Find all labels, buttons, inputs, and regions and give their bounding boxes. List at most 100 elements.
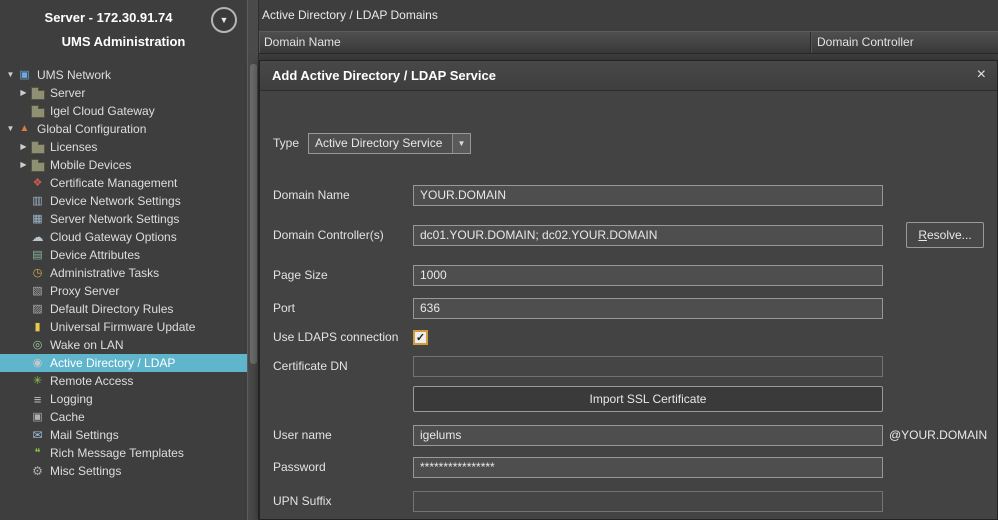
user-name-row: User name @YOUR.DOMAIN [273, 424, 987, 446]
sidebar-item-label: Rich Message Templates [50, 444, 184, 462]
import-ssl-certificate-button[interactable]: Import SSL Certificate [413, 386, 883, 412]
folder-icon [30, 158, 45, 172]
domain-name-input[interactable] [413, 185, 883, 206]
type-select-value: Active Directory Service [309, 136, 452, 150]
expander-down-icon[interactable]: ▼ [4, 120, 17, 138]
certificate-dn-label: Certificate DN [273, 359, 413, 373]
remote-icon [30, 374, 45, 388]
sidebar-item-label: Wake on LAN [50, 336, 124, 354]
sidebar-item-label: Mail Settings [50, 426, 119, 444]
domain-name-row: Domain Name [273, 184, 883, 206]
import-ssl-row: Import SSL Certificate [273, 386, 883, 412]
dialog-titlebar: Add Active Directory / LDAP Service × [260, 61, 997, 91]
sidebar-item-global-configuration[interactable]: ▼ Global Configuration [0, 120, 247, 138]
sidebar-item-label: Remote Access [50, 372, 133, 390]
sidebar-item-igel-cloud-gateway[interactable]: Igel Cloud Gateway [0, 102, 247, 120]
cloud-icon [30, 230, 45, 244]
sidebar-item-universal-firmware-update[interactable]: Universal Firmware Update [0, 318, 247, 336]
page-size-row: Page Size [273, 264, 883, 286]
sidebar-item-mail-settings[interactable]: Mail Settings [0, 426, 247, 444]
chevron-down-icon: ▼ [220, 15, 229, 25]
column-header-domain-name[interactable]: Domain Name [259, 32, 811, 53]
sidebar-item-label: Device Attributes [50, 246, 140, 264]
sidebar-item-label: Administrative Tasks [50, 264, 159, 282]
sidebar-item-server-network-settings[interactable]: Server Network Settings [0, 210, 247, 228]
sidebar-item-ums-network[interactable]: ▼ UMS Network [0, 66, 247, 84]
network-icon [17, 68, 32, 82]
logging-icon [30, 392, 45, 406]
proxy-icon [30, 284, 45, 298]
certificate-dn-row: Certificate DN [273, 355, 883, 377]
sidebar-item-misc-settings[interactable]: Misc Settings [0, 462, 247, 480]
type-select[interactable]: Active Directory Service ▼ [308, 133, 471, 154]
sidebar-item-licenses[interactable]: ▶ Licenses [0, 138, 247, 156]
password-label: Password [273, 460, 413, 474]
upn-suffix-label: UPN Suffix [273, 494, 413, 508]
server-title: Server - 172.30.91.74 [0, 0, 247, 25]
sidebar-header: Server - 172.30.91.74 ▼ UMS Administrati… [0, 0, 247, 64]
port-input[interactable] [413, 298, 883, 319]
sidebar-item-mobile-devices[interactable]: ▶Mobile Devices [0, 156, 247, 174]
sidebar-item-logging[interactable]: Logging [0, 390, 247, 408]
page-size-label: Page Size [273, 268, 413, 282]
sidebar-item-label: Server Network Settings [50, 210, 179, 228]
upn-suffix-input[interactable] [413, 491, 883, 512]
expander-right-icon[interactable]: ▶ [17, 84, 30, 102]
folder-icon [30, 140, 45, 154]
domain-controllers-input[interactable] [413, 225, 883, 246]
user-name-input[interactable] [413, 425, 883, 446]
attributes-icon [30, 248, 45, 262]
sidebar-item-wake-on-lan[interactable]: Wake on LAN [0, 336, 247, 354]
expander-right-icon[interactable]: ▶ [17, 156, 30, 174]
sidebar-item-label: Misc Settings [50, 462, 121, 480]
page-size-input[interactable] [413, 265, 883, 286]
rich-message-icon [30, 446, 45, 460]
sidebar-scrollbar[interactable] [247, 0, 259, 520]
column-header-domain-controller[interactable]: Domain Controller [811, 32, 998, 53]
sidebar-item-device-network-settings[interactable]: Device Network Settings [0, 192, 247, 210]
password-input[interactable] [413, 457, 883, 478]
domains-table-header: Domain Name Domain Controller [259, 31, 998, 54]
user-name-label: User name [273, 428, 413, 442]
sidebar-item-certificate-management[interactable]: Certificate Management [0, 174, 247, 192]
sidebar-item-cloud-gateway-options[interactable]: Cloud Gateway Options [0, 228, 247, 246]
expander-down-icon[interactable]: ▼ [4, 66, 17, 84]
password-row: Password [273, 456, 883, 478]
ldaps-row: Use LDAPS connection [273, 326, 428, 348]
sidebar-item-server[interactable]: ▶Server [0, 84, 247, 102]
chevron-down-icon: ▼ [452, 134, 470, 153]
certificate-dn-input [413, 356, 883, 377]
sidebar-item-default-directory-rules[interactable]: Default Directory Rules [0, 300, 247, 318]
sidebar-item-proxy-server[interactable]: Proxy Server [0, 282, 247, 300]
server-menu-button[interactable]: ▼ [211, 7, 237, 33]
folder-icon [30, 86, 45, 100]
sidebar-item-label: Licenses [50, 138, 97, 156]
resolve-button[interactable]: Resolve... [906, 222, 984, 248]
folder-icon [30, 104, 45, 118]
config-icon [17, 122, 32, 136]
port-row: Port [273, 297, 883, 319]
sidebar: Server - 172.30.91.74 ▼ UMS Administrati… [0, 0, 247, 520]
sidebar-item-label: Proxy Server [50, 282, 119, 300]
sidebar-item-label: Igel Cloud Gateway [50, 102, 155, 120]
sidebar-item-label: UMS Network [37, 66, 111, 84]
sidebar-item-cache[interactable]: Cache [0, 408, 247, 426]
sidebar-item-label: Logging [50, 390, 93, 408]
certificate-icon [30, 176, 45, 190]
sidebar-item-active-directory-ldap[interactable]: Active Directory / LDAP [0, 354, 247, 372]
sidebar-item-rich-message-templates[interactable]: Rich Message Templates [0, 444, 247, 462]
ldaps-checkbox[interactable] [413, 330, 428, 345]
rules-icon [30, 302, 45, 316]
upn-suffix-row: UPN Suffix [273, 490, 883, 512]
expander-right-icon[interactable]: ▶ [17, 138, 30, 156]
server-network-icon [30, 212, 45, 226]
close-icon[interactable]: × [977, 66, 986, 84]
port-label: Port [273, 301, 413, 315]
sidebar-subtitle: UMS Administration [0, 34, 247, 49]
sidebar-item-label: Global Configuration [37, 120, 146, 138]
sidebar-item-administrative-tasks[interactable]: Administrative Tasks [0, 264, 247, 282]
sidebar-item-remote-access[interactable]: Remote Access [0, 372, 247, 390]
sidebar-item-device-attributes[interactable]: Device Attributes [0, 246, 247, 264]
sidebar-tree: ▼ UMS Network▶ServerIgel Cloud Gateway ▼ Gl… [0, 66, 247, 520]
scrollbar-thumb[interactable] [250, 64, 257, 364]
